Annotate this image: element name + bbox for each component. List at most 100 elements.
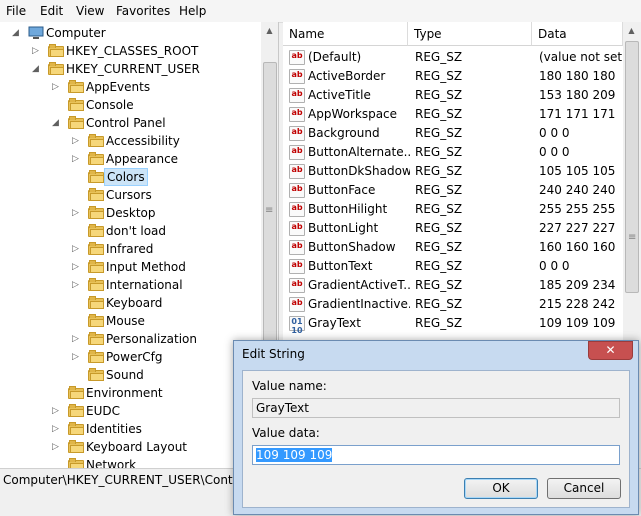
folder-icon [88, 134, 104, 147]
list-row[interactable]: 01 10 GrayText REG_SZ 109 109 109 [283, 314, 623, 335]
expand-arrow-icon[interactable]: ▷ [72, 258, 82, 276]
cell-data: 0 0 0 [539, 126, 570, 140]
menu-edit[interactable]: Edit [40, 4, 63, 18]
expand-arrow-icon[interactable]: ▷ [72, 240, 82, 258]
value-data-field[interactable]: 109 109 109 [252, 445, 620, 465]
expand-arrow-icon[interactable]: ▷ [32, 42, 42, 60]
collapse-arrow-icon[interactable]: ◢ [32, 60, 42, 78]
tree-item[interactable]: Cursors [0, 186, 260, 204]
tree-item[interactable]: ▷ Keyboard Layout [0, 438, 260, 456]
tree-item-label: EUDC [86, 404, 120, 418]
tree-item[interactable]: ▷ PowerCfg [0, 348, 260, 366]
folder-icon [88, 260, 104, 273]
tree-item[interactable]: ▷ EUDC [0, 402, 260, 420]
list-row[interactable]: ab GradientActiveT... REG_SZ 185 209 234 [283, 276, 623, 295]
tree-item[interactable]: ▷ Identities [0, 420, 260, 438]
tree-item-label: International [106, 278, 183, 292]
string-value-icon: ab [289, 202, 305, 217]
tree-item[interactable]: ▷ Infrared [0, 240, 260, 258]
expand-arrow-icon[interactable]: ▷ [72, 348, 82, 366]
tree-item[interactable]: ◢ HKEY_CURRENT_USER [0, 60, 260, 78]
value-data-label: Value data: [252, 426, 320, 440]
folder-icon [68, 80, 84, 93]
tree-item[interactable]: Environment [0, 384, 260, 402]
ok-button[interactable]: OK [464, 478, 538, 499]
tree-item[interactable]: ▷ AppEvents [0, 78, 260, 96]
cell-type: REG_SZ [415, 316, 463, 330]
tree-item[interactable]: Network [0, 456, 260, 468]
menu-bar: File Edit View Favorites Help [0, 0, 641, 23]
tree-item-label: Control Panel [86, 116, 166, 130]
list-row[interactable]: ab AppWorkspace REG_SZ 171 171 171 [283, 105, 623, 124]
tree-item-label: Environment [86, 386, 163, 400]
string-value-icon: ab [289, 145, 305, 160]
list-row[interactable]: ab ActiveTitle REG_SZ 153 180 209 [283, 86, 623, 105]
list-row[interactable]: ab ButtonText REG_SZ 0 0 0 [283, 257, 623, 276]
tree-item[interactable]: ▷ Desktop [0, 204, 260, 222]
list-row[interactable]: ab ActiveBorder REG_SZ 180 180 180 [283, 67, 623, 86]
tree-item[interactable]: ◢ Computer [0, 24, 260, 42]
scroll-thumb[interactable] [625, 41, 639, 293]
expand-arrow-icon[interactable]: ▷ [52, 438, 62, 456]
computer-icon [28, 26, 44, 39]
column-header-name[interactable]: Name [283, 22, 408, 46]
folder-icon [68, 98, 84, 111]
tree-item[interactable]: ▷ HKEY_CLASSES_ROOT [0, 42, 260, 60]
tree-item[interactable]: ▷ Appearance [0, 150, 260, 168]
collapse-arrow-icon[interactable]: ◢ [12, 24, 22, 42]
cell-data: 227 227 227 [539, 221, 616, 235]
scroll-up-icon[interactable]: ▲ [623, 22, 640, 39]
menu-file[interactable]: File [6, 4, 26, 18]
list-row[interactable]: ab ButtonFace REG_SZ 240 240 240 [283, 181, 623, 200]
collapse-arrow-icon[interactable]: ◢ [52, 114, 62, 132]
scroll-up-icon[interactable]: ▲ [261, 22, 278, 39]
list-row[interactable]: ab ButtonHilight REG_SZ 255 255 255 [283, 200, 623, 219]
folder-icon [68, 422, 84, 435]
tree-item[interactable]: Mouse [0, 312, 260, 330]
list-row[interactable]: ab ButtonDkShadow REG_SZ 105 105 105 [283, 162, 623, 181]
expand-arrow-icon[interactable]: ▷ [52, 420, 62, 438]
expand-arrow-icon[interactable]: ▷ [72, 150, 82, 168]
menu-help[interactable]: Help [179, 4, 206, 18]
menu-view[interactable]: View [76, 4, 104, 18]
expand-arrow-icon[interactable]: ▷ [72, 330, 82, 348]
string-value-icon: ab [289, 164, 305, 179]
expand-arrow-icon[interactable]: ▷ [72, 204, 82, 222]
tree-item[interactable]: ▷ Personalization [0, 330, 260, 348]
tree-item[interactable]: Console [0, 96, 260, 114]
cell-type: REG_SZ [415, 107, 463, 121]
value-data-text[interactable]: 109 109 109 [256, 448, 333, 462]
cancel-button[interactable]: Cancel [547, 478, 621, 499]
list-row[interactable]: ab Background REG_SZ 0 0 0 [283, 124, 623, 143]
close-icon[interactable]: ✕ [588, 341, 633, 360]
expand-arrow-icon[interactable]: ▷ [72, 276, 82, 294]
list-row[interactable]: ab ButtonShadow REG_SZ 160 160 160 [283, 238, 623, 257]
tree-item-label: AppEvents [86, 80, 151, 94]
expand-arrow-icon[interactable]: ▷ [72, 132, 82, 150]
list-row[interactable]: ab (Default) REG_SZ (value not set) [283, 48, 627, 67]
tree-item[interactable]: don't load [0, 222, 260, 240]
tree-item[interactable]: Sound [0, 366, 260, 384]
string-value-icon: ab [289, 69, 305, 84]
tree-item[interactable]: ▷ Input Method [0, 258, 260, 276]
expand-arrow-icon[interactable]: ▷ [52, 78, 62, 96]
list-row[interactable]: ab ButtonAlternate... REG_SZ 0 0 0 [283, 143, 623, 162]
menu-favorites[interactable]: Favorites [116, 4, 170, 18]
status-path: Computer\HKEY_CURRENT_USER\Control [3, 473, 248, 487]
column-header-data[interactable]: Data [532, 22, 623, 46]
folder-icon [88, 368, 104, 381]
list-row[interactable]: ab ButtonLight REG_SZ 227 227 227 [283, 219, 623, 238]
cell-type: REG_SZ [415, 50, 463, 64]
column-header-type[interactable]: Type [408, 22, 532, 46]
tree-item[interactable]: ◢ Control Panel [0, 114, 260, 132]
list-row[interactable]: ab GradientInactive... REG_SZ 215 228 242 [283, 295, 623, 314]
folder-icon [88, 314, 104, 327]
cell-name: ButtonFace [308, 183, 376, 197]
tree-item[interactable]: Colors [0, 168, 260, 186]
tree-item[interactable]: Keyboard [0, 294, 260, 312]
expand-arrow-icon[interactable]: ▷ [52, 402, 62, 420]
tree-item-label: Network [86, 458, 137, 468]
tree-item[interactable]: ▷ International [0, 276, 260, 294]
value-name-label: Value name: [252, 379, 327, 393]
tree-item[interactable]: ▷ Accessibility [0, 132, 260, 150]
